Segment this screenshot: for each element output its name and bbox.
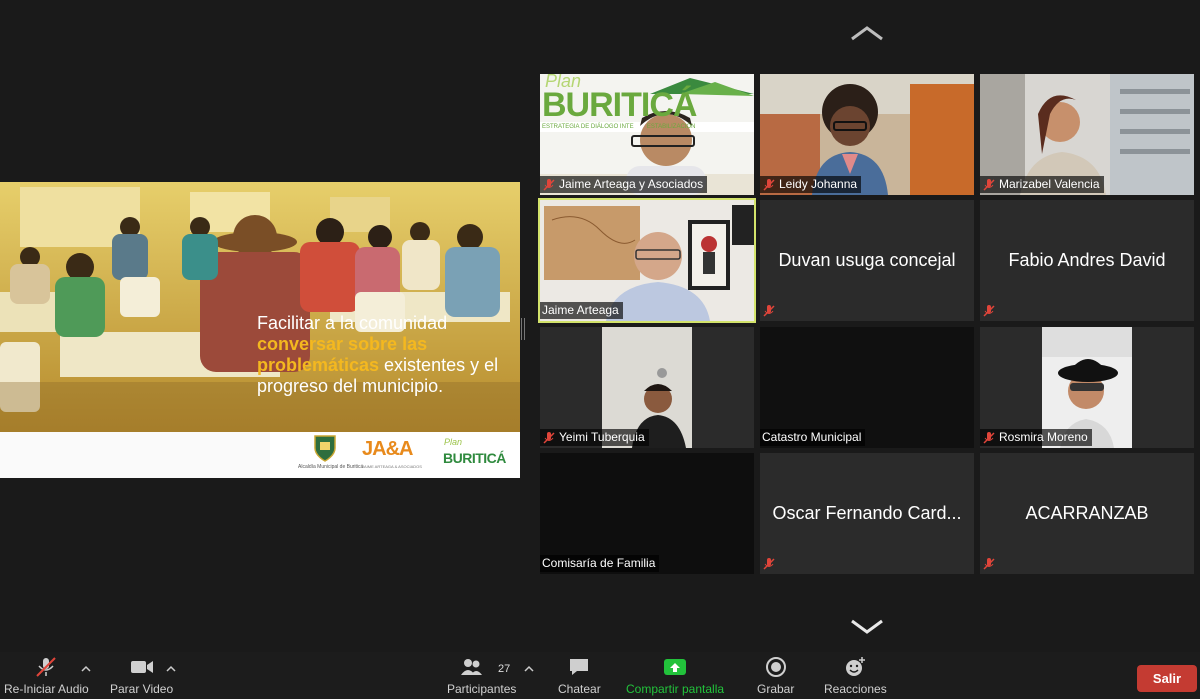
participant-name: Rosmira Moreno — [999, 430, 1088, 444]
participant-name-bar: Marizabel Valencia — [980, 176, 1104, 193]
participant-display-name: Oscar Fernando Card... — [772, 503, 962, 523]
participants-options-caret-icon[interactable] — [524, 665, 534, 673]
participant-display-name: Fabio Andres David — [1008, 250, 1166, 270]
chat-label: Chatear — [558, 682, 601, 696]
stop-video-button[interactable]: Parar Video — [110, 656, 173, 696]
record-icon — [765, 657, 786, 677]
video-camera-icon — [130, 661, 153, 673]
participant-name-bar: Rosmira Moreno — [980, 429, 1092, 446]
video-label: Parar Video — [110, 682, 174, 696]
mic-muted-icon — [983, 178, 995, 191]
tile-banner-title: BURITICÁ — [542, 86, 697, 124]
audio-label: Re-Iniciar Audio — [4, 682, 89, 696]
record-button[interactable]: Grabar — [757, 656, 794, 696]
share-screen-button[interactable]: Compartir pantalla — [626, 656, 724, 696]
participant-name: Jaime Arteaga — [542, 303, 619, 317]
participant-name-bar: Comisaría de Familia — [540, 555, 660, 572]
slide-text-line1: Facilitar a la comunidad — [257, 313, 448, 333]
participant-name-bar: Leidy Johanna — [760, 176, 862, 193]
participants-button[interactable]: Participantes — [447, 656, 516, 696]
chat-bubble-icon — [570, 659, 589, 675]
buritica-logo: BURITICÁ — [443, 450, 506, 466]
participant-display-name: ACARRANZAB — [1025, 503, 1149, 523]
mic-muted-icon — [763, 558, 775, 570]
participant-name: Marizabel Valencia — [999, 177, 1100, 191]
chat-button[interactable]: Chatear — [558, 656, 601, 696]
participant-display-name: Duvan usuga concejal — [778, 250, 956, 270]
mic-muted-icon — [36, 657, 57, 677]
plan-logo: Plan — [444, 437, 463, 447]
mic-muted-icon — [983, 558, 995, 570]
participants-count: 27 — [498, 663, 511, 675]
video-tile[interactable]: ACARRANZAB — [980, 453, 1194, 574]
scroll-up-chevron-icon[interactable] — [848, 22, 886, 44]
leave-meeting-button[interactable]: Salir — [1137, 665, 1197, 692]
participant-name: Comisaría de Familia — [542, 556, 656, 570]
audio-options-caret-icon[interactable] — [81, 665, 91, 673]
participants-label: Participantes — [447, 682, 517, 696]
municipal-shield-icon — [314, 435, 336, 462]
video-options-caret-icon[interactable] — [166, 665, 176, 673]
scroll-down-chevron-icon[interactable] — [848, 616, 886, 638]
mic-muted-icon — [763, 178, 775, 191]
video-tile[interactable]: Plan BURITICÁ ESTRATEGIA DE DIÁLOGO INTE… — [540, 74, 754, 195]
meeting-toolbar: Re-Iniciar Audio Parar Video Participant… — [0, 652, 1200, 699]
mic-muted-icon — [543, 431, 555, 444]
video-tile[interactable]: Duvan usuga concejal — [760, 200, 974, 321]
jaa-logo: JA&A — [362, 438, 413, 460]
video-tile[interactable]: Marizabel Valencia — [980, 74, 1194, 195]
tile-banner-subtitle: ESTRATEGIA DE DIÁLOGO INTE ESTABILIZACIÓ… — [542, 124, 696, 130]
video-tile[interactable]: Yeimi Tuberquia — [540, 327, 754, 448]
video-tile[interactable]: Fabio Andres David — [980, 200, 1194, 321]
unmute-audio-button[interactable]: Re-Iniciar Audio — [4, 656, 89, 696]
participant-name: Yeimi Tuberquia — [559, 430, 645, 444]
participant-name-bar: Yeimi Tuberquia — [540, 429, 649, 446]
participant-name: Catastro Municipal — [762, 430, 862, 444]
slide-footer: Alcaldía Municipal de Buriticá JA&A JAIM… — [0, 432, 520, 478]
reactions-label: Reacciones — [824, 682, 887, 696]
participants-icon — [460, 659, 482, 675]
video-tile[interactable]: Oscar Fernando Card... — [760, 453, 974, 574]
record-label: Grabar — [757, 682, 795, 696]
video-tile[interactable]: Rosmira Moreno — [980, 327, 1194, 448]
video-tile[interactable]: Comisaría de Familia — [540, 453, 754, 574]
slide-caption: Facilitar a la comunidad conversar sobre… — [257, 313, 507, 397]
participant-name: Leidy Johanna — [779, 177, 858, 191]
mic-muted-icon — [983, 305, 995, 317]
video-tile[interactable]: Catastro Municipal — [760, 327, 974, 448]
video-tile-active-speaker[interactable]: Jaime Arteaga — [538, 198, 756, 323]
jaa-logo-subtitle: JAIME ARTEAGA & ASOCIADOS — [362, 464, 422, 469]
mic-muted-icon — [983, 431, 995, 444]
reactions-button[interactable]: Reacciones — [824, 656, 887, 696]
participant-name: Jaime Arteaga y Asociados — [559, 177, 704, 191]
footer-caption: Alcaldía Municipal de Buriticá — [298, 464, 364, 470]
share-screen-icon — [664, 659, 687, 675]
participant-name-bar: Jaime Arteaga y Asociados — [540, 176, 708, 193]
smiley-plus-icon — [846, 657, 866, 676]
share-screen-label: Compartir pantalla — [626, 682, 725, 696]
participant-name-bar: Jaime Arteaga — [540, 302, 623, 319]
panel-resize-handle[interactable] — [521, 318, 525, 340]
participant-name-bar: Catastro Municipal — [760, 429, 866, 446]
mic-muted-icon — [763, 305, 775, 317]
video-tile[interactable]: Leidy Johanna — [760, 74, 974, 195]
mic-muted-icon — [543, 178, 555, 191]
